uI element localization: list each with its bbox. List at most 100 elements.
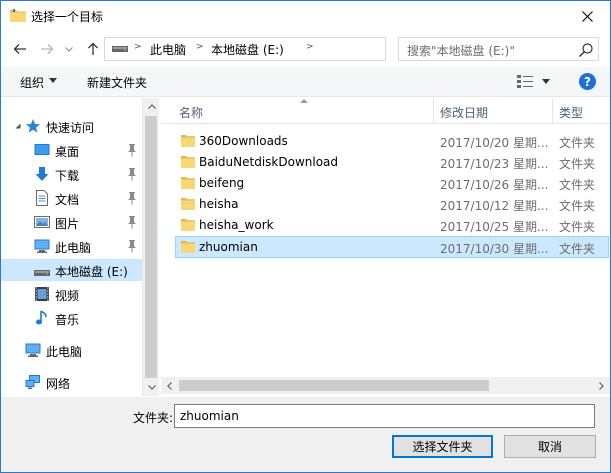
view-options-icon[interactable] bbox=[517, 75, 533, 88]
title-bar: 选择一个目标 bbox=[1, 1, 610, 32]
nav-label: 此电脑 bbox=[46, 345, 83, 359]
computer-icon bbox=[25, 343, 41, 357]
file-modified: 2017/10/12 星期... bbox=[440, 199, 549, 213]
command-bar: 组织 新建文件夹 ? bbox=[1, 67, 610, 97]
file-type: 文件夹 bbox=[559, 220, 596, 234]
folder-icon bbox=[181, 219, 195, 231]
breadcrumb-separator[interactable]: > bbox=[134, 42, 142, 52]
new-folder-button[interactable]: 新建文件夹 bbox=[87, 74, 147, 91]
close-button[interactable] bbox=[564, 1, 610, 32]
folder-icon bbox=[181, 198, 195, 210]
close-icon bbox=[581, 11, 593, 22]
folder-field-label: 文件夹: bbox=[133, 411, 174, 425]
file-row[interactable]: heisha_work 2017/10/25 星期... 文件夹 bbox=[175, 215, 609, 236]
file-modified: 2017/10/20 星期... bbox=[440, 136, 549, 150]
breadcrumb-separator[interactable]: > bbox=[306, 42, 314, 52]
column-header: 名称 修改日期 类型 bbox=[161, 98, 610, 124]
scroll-down-button[interactable] bbox=[143, 379, 160, 396]
pin-icon[interactable] bbox=[126, 191, 138, 205]
folder-name-input[interactable] bbox=[174, 404, 595, 428]
nav-item-videos[interactable]: 视频 bbox=[1, 283, 142, 305]
file-row-selected[interactable]: zhuomian 2017/10/30 星期... 文件夹 bbox=[175, 236, 609, 258]
file-type: 文件夹 bbox=[559, 157, 596, 171]
nav-item-documents[interactable]: 文档 bbox=[1, 187, 142, 209]
picture-icon bbox=[34, 216, 50, 228]
chevron-down-icon[interactable] bbox=[14, 123, 21, 129]
file-dialog-window: 选择一个目标 > 此电脑 > 本地磁盘 (E:) > 搜索"本地磁盘 (E:)"… bbox=[0, 0, 611, 473]
column-name[interactable]: 名称 bbox=[179, 104, 203, 121]
folder-icon bbox=[181, 241, 195, 253]
select-folder-button[interactable]: 选择文件夹 bbox=[392, 435, 493, 458]
nav-label: 文档 bbox=[55, 193, 80, 207]
nav-label: 网络 bbox=[46, 377, 71, 391]
folder-icon bbox=[181, 177, 195, 189]
dialog-footer: 文件夹: 选择文件夹 取消 bbox=[1, 397, 610, 472]
nav-item-quick-access[interactable]: 快速访问 bbox=[1, 115, 142, 137]
nav-item-this-pc-pinned[interactable]: 此电脑 bbox=[1, 235, 142, 257]
file-row[interactable]: BaiduNetdiskDownload 2017/10/23 星期... 文件… bbox=[175, 152, 609, 173]
column-divider[interactable] bbox=[552, 98, 553, 124]
file-modified: 2017/10/30 星期... bbox=[440, 242, 549, 256]
recent-locations-button[interactable] bbox=[62, 39, 76, 59]
scroll-thumb[interactable] bbox=[179, 380, 489, 391]
scroll-up-button[interactable] bbox=[143, 98, 160, 115]
nav-item-this-pc[interactable]: 此电脑 bbox=[1, 339, 142, 361]
computer-icon bbox=[34, 239, 50, 253]
forward-button[interactable] bbox=[37, 39, 57, 59]
window-title: 选择一个目标 bbox=[31, 10, 104, 24]
folder-icon bbox=[10, 9, 26, 22]
nav-item-desktop[interactable]: 桌面 bbox=[1, 139, 142, 161]
scroll-left-button[interactable] bbox=[161, 377, 178, 394]
breadcrumb-separator[interactable]: > bbox=[196, 42, 204, 52]
file-row[interactable]: 360Downloads 2017/10/20 星期... 文件夹 bbox=[175, 131, 609, 152]
address-bar[interactable]: > 此电脑 > 本地磁盘 (E:) > bbox=[104, 37, 483, 61]
pin-icon[interactable] bbox=[126, 239, 138, 253]
nav-item-local-disk-e[interactable]: 本地磁盘 (E:) bbox=[1, 259, 142, 281]
breadcrumb-this-pc[interactable]: 此电脑 bbox=[150, 41, 186, 58]
nav-label: 音乐 bbox=[55, 313, 80, 327]
folder-icon bbox=[181, 135, 195, 147]
file-modified: 2017/10/23 星期... bbox=[440, 157, 549, 171]
video-icon bbox=[35, 287, 49, 301]
help-button[interactable]: ? bbox=[579, 73, 596, 90]
organize-menu[interactable]: 组织 bbox=[20, 74, 44, 91]
pin-icon[interactable] bbox=[126, 143, 138, 157]
file-list: 名称 修改日期 类型 360Downloads 2017/10/20 星期...… bbox=[161, 98, 610, 396]
search-placeholder[interactable]: 搜索"本地磁盘 (E:)" bbox=[407, 42, 515, 59]
cancel-button[interactable]: 取消 bbox=[504, 435, 596, 458]
column-divider[interactable] bbox=[433, 98, 434, 124]
chevron-down-icon[interactable] bbox=[49, 78, 57, 83]
arrow-left-icon bbox=[13, 44, 26, 54]
pin-icon[interactable] bbox=[126, 215, 138, 229]
search-icon[interactable] bbox=[578, 42, 594, 58]
list-horizontal-scrollbar[interactable] bbox=[161, 377, 610, 394]
nav-scrollbar[interactable] bbox=[142, 98, 159, 396]
nav-item-music[interactable]: 音乐 bbox=[1, 307, 142, 329]
file-name: heisha_work bbox=[199, 218, 274, 232]
search-box[interactable]: 搜索"本地磁盘 (E:)" bbox=[398, 37, 599, 61]
pin-icon[interactable] bbox=[126, 167, 138, 181]
file-type: 文件夹 bbox=[559, 242, 596, 256]
file-name: beifeng bbox=[199, 176, 245, 190]
up-button[interactable] bbox=[83, 39, 103, 59]
star-icon bbox=[26, 119, 40, 133]
breadcrumb-drive-e[interactable]: 本地磁盘 (E:) bbox=[211, 41, 284, 58]
back-button[interactable] bbox=[10, 39, 30, 59]
nav-label: 本地磁盘 (E:) bbox=[55, 265, 128, 279]
file-row[interactable]: beifeng 2017/10/26 星期... 文件夹 bbox=[175, 173, 609, 194]
folder-icon bbox=[181, 156, 195, 168]
chevron-down-icon[interactable] bbox=[542, 79, 550, 84]
scroll-thumb[interactable] bbox=[145, 116, 157, 378]
chevron-down-icon bbox=[147, 385, 156, 390]
nav-item-pictures[interactable]: 图片 bbox=[1, 211, 142, 233]
music-icon bbox=[36, 310, 47, 325]
nav-item-network[interactable]: 网络 bbox=[1, 371, 142, 393]
file-row[interactable]: heisha 2017/10/12 星期... 文件夹 bbox=[175, 194, 609, 215]
scroll-right-button[interactable] bbox=[593, 377, 610, 394]
file-type: 文件夹 bbox=[559, 199, 596, 213]
file-type: 文件夹 bbox=[559, 178, 596, 192]
nav-label: 图片 bbox=[55, 217, 80, 231]
column-type[interactable]: 类型 bbox=[559, 104, 583, 121]
nav-item-downloads[interactable]: 下载 bbox=[1, 163, 142, 185]
column-modified[interactable]: 修改日期 bbox=[440, 104, 488, 121]
